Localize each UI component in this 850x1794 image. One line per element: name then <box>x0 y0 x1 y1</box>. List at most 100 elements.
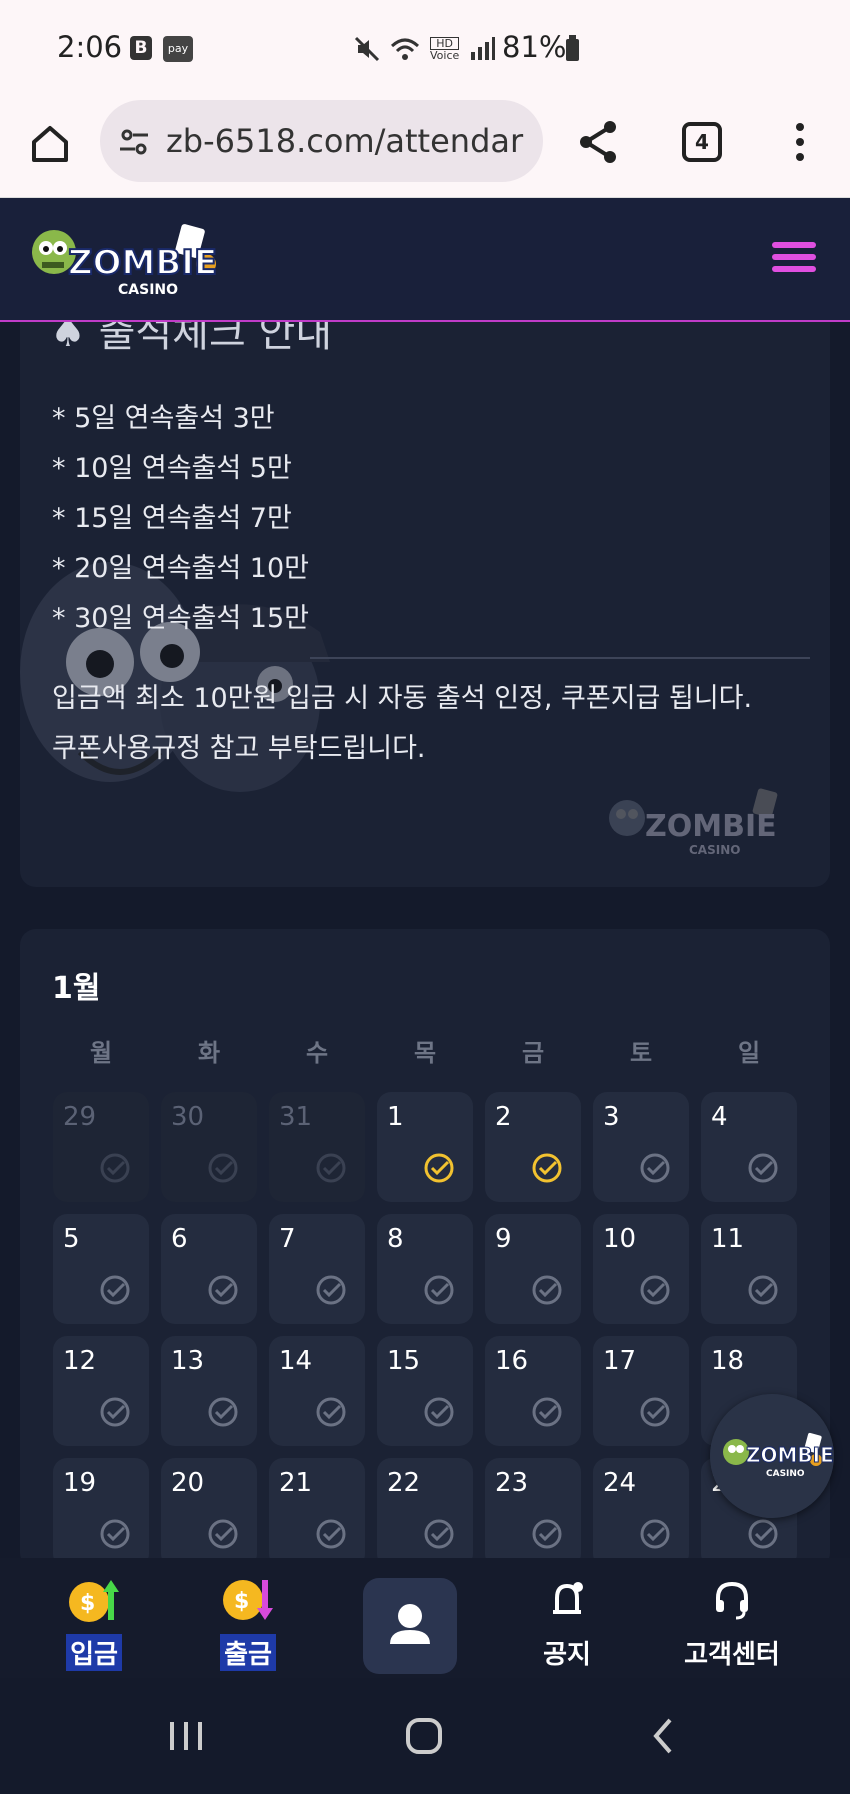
reward-item: * 5일 연속출석 3만 <box>52 403 275 434</box>
reward-item: * 10일 연속출석 5만 <box>52 453 292 484</box>
check-circle-icon <box>640 1397 670 1427</box>
day-number: 22 <box>387 1468 421 1498</box>
day-number: 12 <box>63 1346 97 1376</box>
nav-withdraw[interactable]: $ 출금 <box>210 1576 286 1671</box>
day-number: 23 <box>495 1468 529 1498</box>
more-vert-icon[interactable] <box>790 120 810 164</box>
nav-deposit[interactable]: $ 입금 <box>56 1576 132 1671</box>
person-icon <box>390 1604 430 1644</box>
zombie-casino-watermark: ZOMBIE CASINO <box>609 788 778 857</box>
b-app-icon: B <box>130 36 152 60</box>
day-number: 3 <box>603 1102 620 1132</box>
calendar-day[interactable]: 15 <box>377 1336 473 1446</box>
nav-deposit-label: 입금 <box>66 1634 122 1671</box>
weekday-header: 월 화 수 목 금 토 일 <box>53 1033 801 1067</box>
day-number: 17 <box>603 1346 637 1376</box>
info-note-line: 입금액 최소 10만원 입금 시 자동 출석 인정, 쿠폰지급 됩니다. <box>52 683 753 714</box>
battery-icon <box>566 35 579 61</box>
mute-icon <box>354 36 380 62</box>
watermark-title: ZOMBIE <box>645 809 777 844</box>
calendar-day[interactable]: 30 <box>161 1092 257 1202</box>
info-note: 입금액 최소 10만원 입금 시 자동 출석 인정, 쿠폰지급 됩니다. 쿠폰사… <box>52 674 812 774</box>
calendar-month: 1월 <box>52 971 101 1006</box>
calendar-day[interactable]: 12 <box>53 1336 149 1446</box>
calendar-day[interactable]: 31 <box>269 1092 365 1202</box>
calendar-day[interactable]: 21 <box>269 1458 365 1568</box>
nav-support-label: 고객센터 <box>684 1640 780 1670</box>
check-circle-icon <box>100 1153 130 1183</box>
zombie-casino-logo[interactable]: ZOMBIE CASINO <box>28 216 238 306</box>
check-circle-icon <box>640 1153 670 1183</box>
headset-icon <box>716 1581 748 1620</box>
calendar-day[interactable]: 13 <box>161 1336 257 1446</box>
check-circle-icon <box>208 1397 238 1427</box>
day-number: 2 <box>495 1102 512 1132</box>
check-circle-icon <box>208 1275 238 1305</box>
day-number: 1 <box>387 1102 404 1132</box>
status-icons: HD Voice <box>354 34 496 64</box>
calendar-day[interactable]: 19 <box>53 1458 149 1568</box>
calendar-day[interactable]: 9 <box>485 1214 581 1324</box>
check-circle-icon <box>316 1275 346 1305</box>
check-circle-checked-icon <box>532 1153 562 1183</box>
calendar-day[interactable]: 23 <box>485 1458 581 1568</box>
day-number: 11 <box>711 1224 745 1254</box>
calendar-day[interactable]: 22 <box>377 1458 473 1568</box>
back-icon[interactable] <box>642 1714 686 1758</box>
nav-support[interactable]: 고객센터 <box>672 1576 792 1670</box>
calendar-day[interactable]: 5 <box>53 1214 149 1324</box>
check-circle-icon <box>316 1519 346 1549</box>
home-icon[interactable] <box>28 122 72 166</box>
calendar-day[interactable]: 24 <box>593 1458 689 1568</box>
day-number: 4 <box>711 1102 728 1132</box>
day-number: 9 <box>495 1224 512 1254</box>
watermark-subtitle: CASINO <box>689 843 740 857</box>
nav-notice[interactable]: 공지 <box>530 1576 604 1670</box>
day-number: 6 <box>171 1224 188 1254</box>
day-number: 15 <box>387 1346 421 1376</box>
browser-toolbar: zb-6518.com/attendar 4 <box>0 96 850 198</box>
calendar-day[interactable]: 11 <box>701 1214 797 1324</box>
calendar-day[interactable]: 16 <box>485 1336 581 1446</box>
recent-apps-icon[interactable] <box>164 1714 208 1758</box>
nav-notice-label: 공지 <box>543 1640 591 1670</box>
calendar-day[interactable]: 29 <box>53 1092 149 1202</box>
check-circle-icon <box>640 1275 670 1305</box>
check-circle-icon <box>208 1153 238 1183</box>
tune-icon[interactable] <box>118 126 150 158</box>
calendar-day[interactable]: 2 <box>485 1092 581 1202</box>
attendance-info-card: ♠ 출석체크 안내 * 5일 연속출석 3만 * 10일 연속출석 5만 * 1… <box>20 322 830 887</box>
day-number: 19 <box>63 1468 97 1498</box>
calendar-day[interactable]: 20 <box>161 1458 257 1568</box>
calendar-day[interactable]: 7 <box>269 1214 365 1324</box>
hamburger-icon[interactable] <box>772 242 816 276</box>
nav-withdraw-label: 출금 <box>220 1634 276 1671</box>
share-icon[interactable] <box>576 118 620 166</box>
calendar-day[interactable]: 1 <box>377 1092 473 1202</box>
calendar-day[interactable]: 4 <box>701 1092 797 1202</box>
address-bar[interactable]: zb-6518.com/attendar <box>100 100 543 182</box>
home-nav-icon[interactable] <box>402 1714 446 1758</box>
check-circle-icon <box>100 1519 130 1549</box>
calendar-day[interactable]: 10 <box>593 1214 689 1324</box>
day-number: 24 <box>603 1468 637 1498</box>
tabs-button[interactable]: 4 <box>682 122 722 162</box>
divider <box>310 657 810 659</box>
calendar-day[interactable]: 14 <box>269 1336 365 1446</box>
system-nav-bar <box>0 1678 850 1794</box>
calendar-day[interactable]: 3 <box>593 1092 689 1202</box>
weekday-label: 금 <box>521 1039 545 1067</box>
weekday-label: 화 <box>197 1039 221 1067</box>
calendar-day[interactable]: 6 <box>161 1214 257 1324</box>
profile-button[interactable] <box>363 1578 457 1674</box>
pay-app-icon: pay <box>163 36 193 62</box>
floating-logo-button[interactable]: ZOMBIE CASINO <box>710 1394 834 1518</box>
url-text[interactable]: zb-6518.com/attendar <box>166 122 523 160</box>
deposit-coin-icon: $ <box>69 1580 119 1622</box>
site-header: ZOMBIE CASINO <box>0 198 850 322</box>
calendar-day[interactable]: 8 <box>377 1214 473 1324</box>
calendar-day[interactable]: 17 <box>593 1336 689 1446</box>
check-circle-checked-icon <box>424 1153 454 1183</box>
info-title: ♠ 출석체크 안내 <box>50 322 333 356</box>
weekday-label: 수 <box>305 1039 329 1067</box>
